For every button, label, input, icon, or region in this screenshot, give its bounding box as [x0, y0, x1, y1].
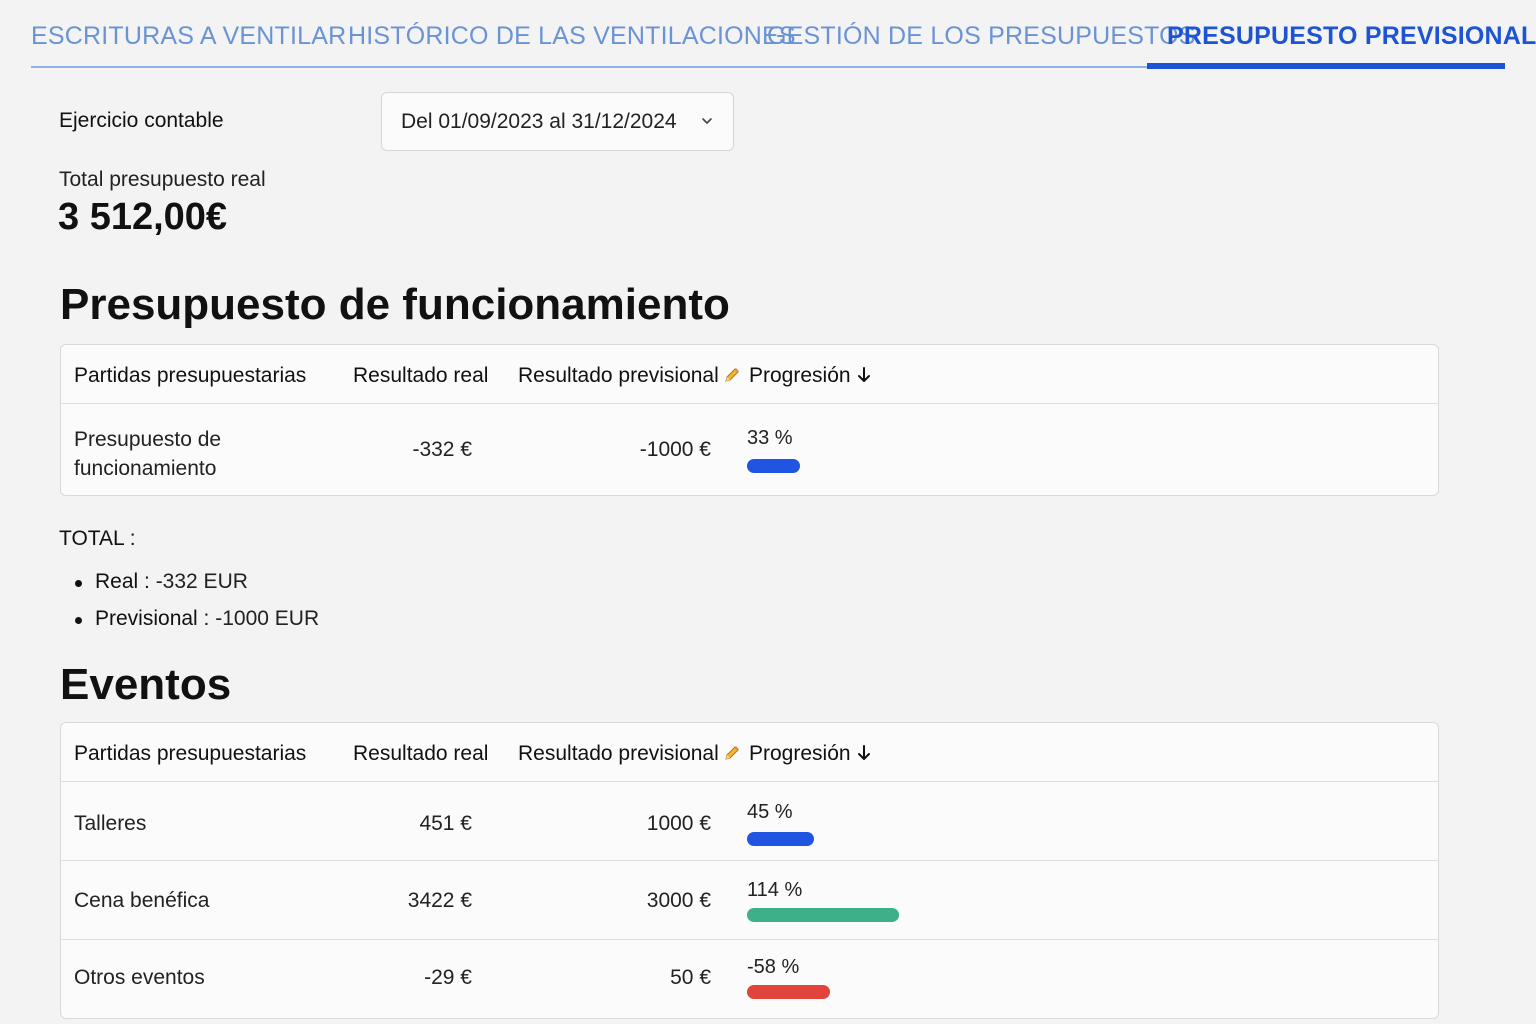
total-value: 3 512,00€: [58, 196, 228, 238]
row-progress-label: 33 %: [747, 427, 793, 449]
arrow-down-icon[interactable]: [857, 366, 871, 384]
totals-key-forecast: Previsional :: [95, 607, 210, 630]
row-forecast-value[interactable]: 1000 €: [647, 812, 711, 836]
row-forecast-value[interactable]: -1000 €: [640, 438, 711, 462]
row-item-name-line1: Presupuesto de: [74, 428, 222, 451]
total-label: Total presupuesto real: [59, 168, 266, 191]
exercise-select[interactable]: Del 01/09/2023 al 31/12/2024: [381, 92, 734, 151]
table-row[interactable]: Talleres 451 € 1000 € 45 %: [61, 782, 1438, 861]
column-header-forecast[interactable]: Resultado previsional: [518, 364, 741, 388]
progress-bar: [747, 985, 830, 999]
column-header-progress-label: Progresión: [749, 742, 851, 765]
column-header-progress[interactable]: Progresión: [749, 742, 871, 766]
active-tab-indicator: [1147, 63, 1505, 69]
totals-list: Real : -332 EUR Previsional : -1000 EUR: [75, 570, 319, 644]
column-header-items: Partidas presupuestarias: [74, 742, 307, 765]
chevron-down-icon: [702, 118, 712, 124]
row-item-name: Otros eventos: [74, 966, 205, 989]
tab-escrituras-a-ventilar[interactable]: ESCRITURAS A VENTILAR: [31, 22, 346, 51]
tab-presupuesto-previsional[interactable]: PRESUPUESTO PREVISIONAL: [1167, 22, 1536, 51]
totals-value-real: -332 EUR: [149, 570, 248, 593]
tab-gestion-presupuestos[interactable]: GESTIÓN DE LOS PRESUPUESTOS: [767, 22, 1196, 51]
tab-historico-ventilaciones[interactable]: HISTÓRICO DE LAS VENTILACIONES: [348, 22, 796, 51]
progress-bar: [747, 832, 814, 846]
column-header-items: Partidas presupuestarias: [74, 364, 307, 387]
row-item-name-line2: funcionamiento: [74, 457, 217, 480]
row-progress-label: 114 %: [747, 879, 803, 901]
arrow-down-icon[interactable]: [857, 744, 871, 762]
events-table: Partidas presupuestarias Resultado real …: [60, 722, 1439, 1019]
tab-bar: ESCRITURAS A VENTILAR HISTÓRICO DE LAS V…: [31, 0, 1536, 69]
column-header-forecast[interactable]: Resultado previsional: [518, 742, 741, 766]
exercise-label: Ejercicio contable: [59, 109, 224, 132]
table-header: Partidas presupuestarias Resultado real …: [61, 723, 1438, 782]
table-row[interactable]: Cena benéfica 3422 € 3000 € 114 %: [61, 861, 1438, 940]
row-item-name: Cena benéfica: [74, 889, 210, 912]
totals-value-forecast: -1000 EUR: [209, 607, 320, 630]
exercise-select-value: Del 01/09/2023 al 31/12/2024: [401, 109, 677, 133]
row-real-value: -29 €: [424, 966, 472, 989]
row-item-name: Presupuesto de funcionamiento: [74, 425, 221, 483]
pencil-icon[interactable]: [723, 744, 741, 762]
table-header: Partidas presupuestarias Resultado real …: [61, 345, 1438, 404]
column-header-real: Resultado real: [353, 364, 489, 387]
column-header-real: Resultado real: [353, 742, 489, 765]
column-header-progress-label: Progresión: [749, 364, 851, 387]
section-title-events: Eventos: [60, 660, 232, 709]
row-forecast-value[interactable]: 50 €: [670, 966, 711, 990]
totals-item-real: Real : -332 EUR: [75, 570, 319, 607]
row-forecast-value[interactable]: 3000 €: [647, 889, 711, 913]
row-progress-label: -58 %: [747, 956, 800, 978]
table-row[interactable]: Otros eventos -29 € 50 € -58 %: [61, 940, 1438, 1018]
row-real-value: 451 €: [419, 812, 472, 835]
row-real-value: 3422 €: [407, 889, 472, 912]
column-header-forecast-label: Resultado previsional: [518, 742, 719, 765]
functioning-table: Partidas presupuestarias Resultado real …: [60, 344, 1439, 496]
section-title-functioning: Presupuesto de funcionamiento: [60, 280, 730, 329]
progress-bar: [747, 908, 899, 922]
pencil-icon[interactable]: [723, 366, 741, 384]
row-progress-label: 45 %: [747, 801, 793, 823]
totals-key-real: Real :: [95, 570, 150, 593]
column-header-progress[interactable]: Progresión: [749, 364, 871, 388]
row-item-name: Talleres: [74, 812, 147, 835]
column-header-forecast-label: Resultado previsional: [518, 364, 719, 387]
progress-bar: [747, 459, 800, 473]
totals-title: TOTAL :: [59, 527, 136, 550]
totals-item-forecast: Previsional : -1000 EUR: [75, 607, 319, 644]
row-real-value: -332 €: [412, 438, 472, 461]
table-row[interactable]: Presupuesto de funcionamiento -332 € -10…: [61, 404, 1438, 495]
